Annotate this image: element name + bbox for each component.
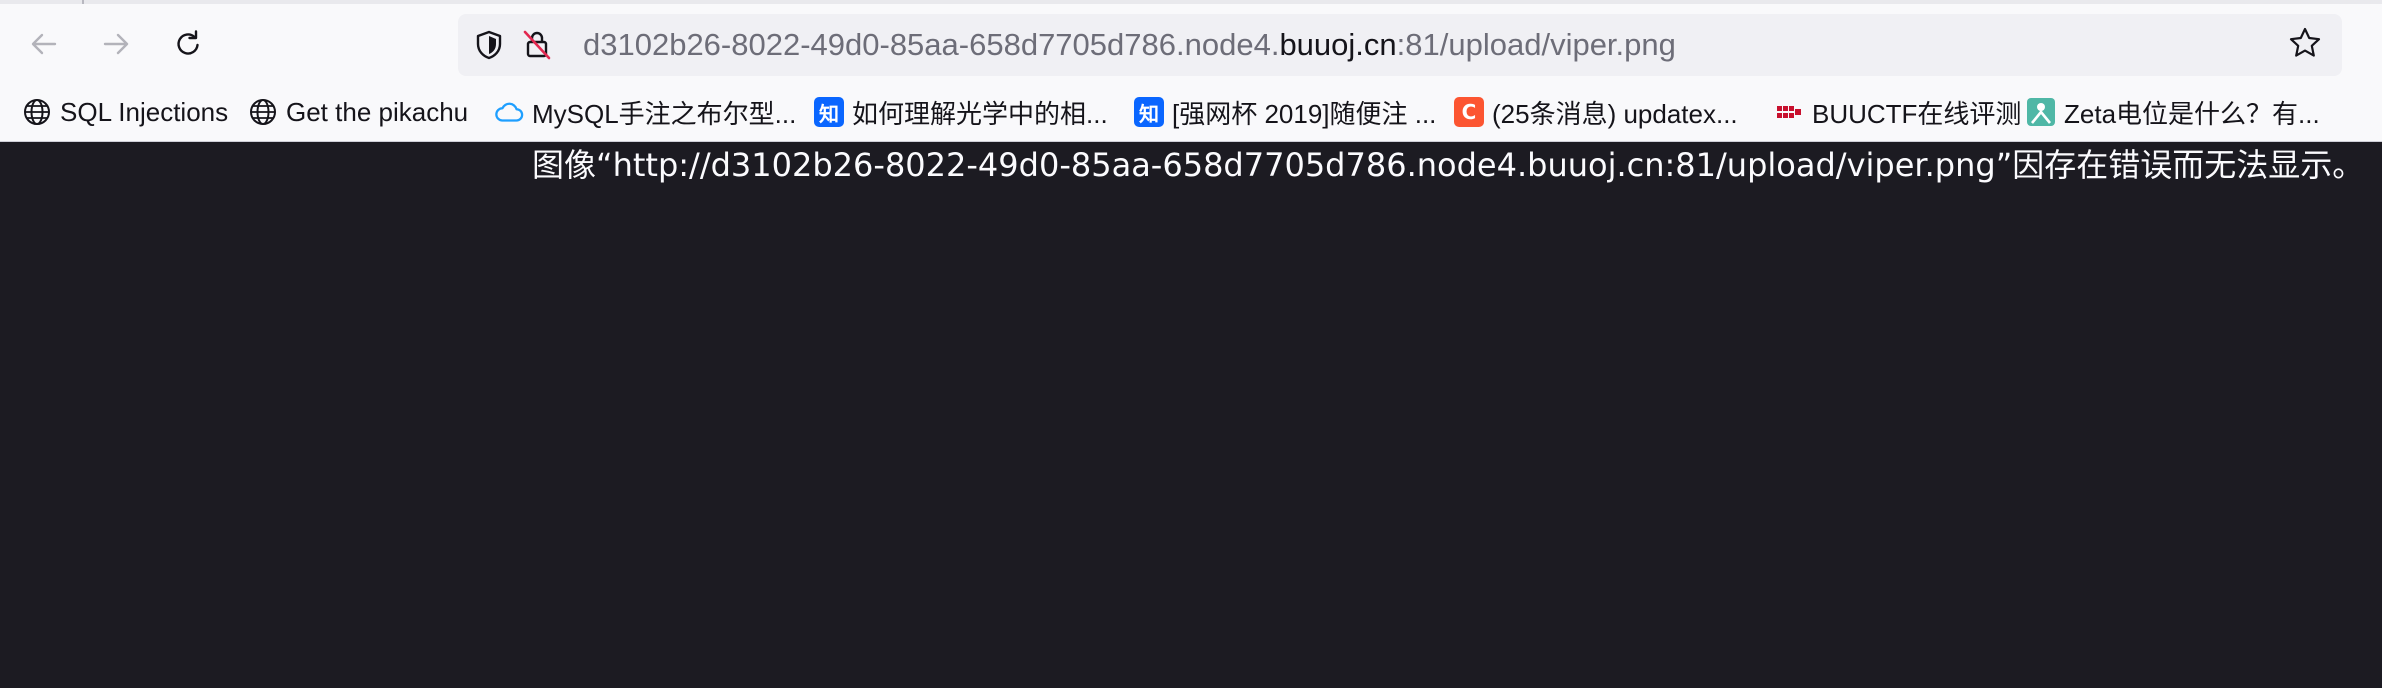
insecure-lock-icon[interactable] bbox=[520, 28, 554, 62]
bookmark-label: Zeta电位是什么？有... bbox=[2064, 98, 2320, 129]
cloud-icon bbox=[494, 97, 524, 127]
tab-divider bbox=[82, 0, 84, 4]
url-text[interactable]: d3102b26-8022-49d0-85aa-658d7705d786.nod… bbox=[583, 14, 1676, 76]
reload-button[interactable] bbox=[166, 22, 210, 66]
person-icon bbox=[2026, 97, 2056, 127]
back-button[interactable] bbox=[22, 22, 66, 66]
zhihu-badge: 知 bbox=[814, 97, 844, 127]
bookmark-item[interactable]: 知 [强网杯 2019]随便注 ... bbox=[1134, 90, 1436, 134]
bookmark-item[interactable]: MySQL手注之布尔型... bbox=[494, 90, 796, 134]
bookmark-label: [强网杯 2019]随便注 ... bbox=[1172, 98, 1437, 129]
bookmark-star-button[interactable] bbox=[2286, 26, 2324, 64]
url-host: buuoj.cn bbox=[1279, 27, 1397, 62]
url-bar[interactable]: d3102b26-8022-49d0-85aa-658d7705d786.nod… bbox=[458, 14, 2342, 76]
arrow-right-icon bbox=[100, 28, 132, 60]
zhihu-icon: 知 bbox=[814, 97, 844, 127]
bookmark-item[interactable]: C (25条消息) updatex... bbox=[1454, 90, 1738, 134]
page-content: 图像“http://d3102b26-8022-49d0-85aa-658d77… bbox=[0, 142, 2382, 688]
bookmark-item[interactable]: BUUCTF在线评测 bbox=[1774, 90, 2021, 134]
bookmark-item[interactable]: 知 如何理解光学中的相... bbox=[814, 90, 1108, 134]
zhihu-icon: 知 bbox=[1134, 97, 1164, 127]
bookmark-item[interactable]: Get the pikachu bbox=[248, 90, 468, 134]
bookmark-label: MySQL手注之布尔型... bbox=[532, 98, 797, 129]
browser-toolbar: d3102b26-8022-49d0-85aa-658d7705d786.nod… bbox=[0, 0, 2382, 142]
arrow-left-icon bbox=[28, 28, 60, 60]
bookmarks-toolbar: SQL Injections Get the pikachu MySQL手注之布… bbox=[0, 90, 2382, 134]
reload-icon bbox=[172, 28, 204, 60]
bookmark-label: BUUCTF在线评测 bbox=[1812, 98, 2022, 129]
buuctf-icon bbox=[1774, 97, 1804, 127]
zhihu-badge: 知 bbox=[1134, 97, 1164, 127]
image-error-message: 图像“http://d3102b26-8022-49d0-85aa-658d77… bbox=[532, 146, 2365, 184]
bookmark-item[interactable]: SQL Injections bbox=[22, 90, 228, 134]
bookmark-label: SQL Injections bbox=[60, 96, 229, 127]
url-suffix: :81/upload/viper.png bbox=[1396, 27, 1676, 62]
shield-icon[interactable] bbox=[472, 28, 506, 62]
forward-button[interactable] bbox=[94, 22, 138, 66]
bookmark-item[interactable]: Zeta电位是什么？有... bbox=[2026, 90, 2320, 134]
star-icon bbox=[2288, 26, 2322, 65]
globe-icon bbox=[22, 97, 52, 127]
bookmark-label: Get the pikachu bbox=[286, 96, 469, 127]
tab-strip-edge bbox=[0, 0, 2382, 4]
url-prefix: d3102b26-8022-49d0-85aa-658d7705d786.nod… bbox=[583, 27, 1280, 62]
bookmark-label: 如何理解光学中的相... bbox=[852, 98, 1108, 129]
globe-icon bbox=[248, 97, 278, 127]
bookmark-label: (25条消息) updatex... bbox=[1492, 98, 1738, 129]
csdn-badge: C bbox=[1454, 97, 1484, 127]
csdn-icon: C bbox=[1454, 97, 1484, 127]
